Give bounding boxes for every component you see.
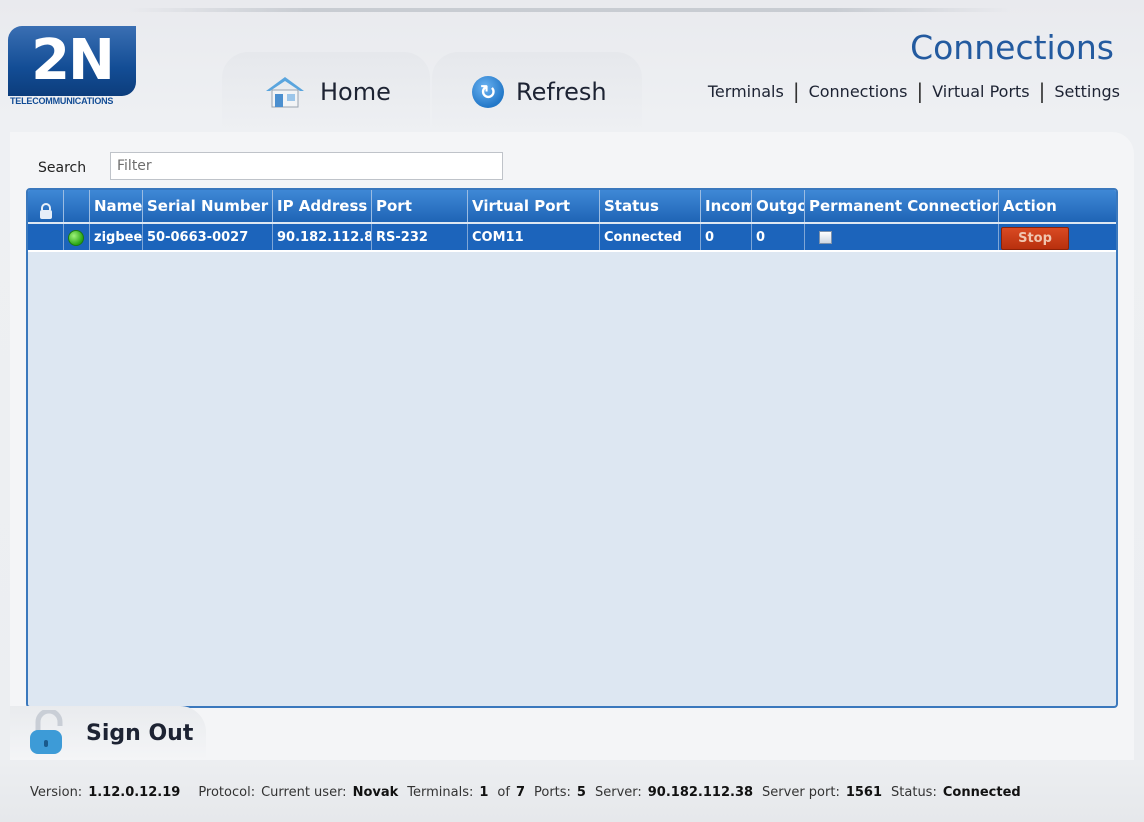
column-header-incoming[interactable]: Incom xyxy=(701,190,752,222)
version-value: 1.12.0.12.19 xyxy=(88,785,181,800)
protocol-label: Protocol: xyxy=(198,785,256,800)
lock-icon xyxy=(24,708,70,756)
search-input[interactable] xyxy=(110,152,503,180)
row-name: zigbee xyxy=(90,224,143,250)
sign-out-label: Sign Out xyxy=(86,720,194,746)
column-header-lock[interactable] xyxy=(28,190,64,222)
server-port-label: Server port: xyxy=(762,785,840,800)
terminals-total: 7 xyxy=(515,785,525,800)
version-label: Version: xyxy=(30,785,83,800)
row-permanent-cell xyxy=(805,224,999,250)
column-header-state[interactable] xyxy=(64,190,90,222)
grid-header: Name Serial Number IP Address Port Virtu… xyxy=(28,190,1116,222)
row-incoming: 0 xyxy=(701,224,752,250)
column-header-virtual-port[interactable]: Virtual Port xyxy=(468,190,600,222)
permanent-connection-checkbox[interactable] xyxy=(819,231,832,244)
server-value: 90.182.112.38 xyxy=(647,785,754,800)
nav-separator: | xyxy=(916,79,924,103)
connection-status-label: Status: xyxy=(891,785,937,800)
home-icon xyxy=(262,75,308,109)
table-row[interactable]: zigbee 50-0663-0027 90.182.112.80 RS-232… xyxy=(28,224,1116,252)
current-user-label: Current user: xyxy=(261,785,347,800)
nav-link-connections[interactable]: Connections xyxy=(809,82,908,101)
nav-separator: | xyxy=(792,79,800,103)
row-virtual-port: COM11 xyxy=(468,224,600,250)
column-header-action[interactable]: Action xyxy=(999,190,1116,222)
ports-value: 5 xyxy=(576,785,586,800)
column-header-serial-number[interactable]: Serial Number xyxy=(143,190,273,222)
column-header-name[interactable]: Name xyxy=(90,190,143,222)
green-dot-icon xyxy=(68,230,84,246)
stop-button[interactable]: Stop xyxy=(1001,227,1069,250)
status-bar: Version: 1.12.0.12.19 Protocol: Current … xyxy=(30,785,1021,800)
nav-link-settings[interactable]: Settings xyxy=(1054,82,1120,101)
refresh-icon: ↻ xyxy=(472,76,504,108)
column-header-outgoing[interactable]: Outgo xyxy=(752,190,805,222)
terminals-count: 1 xyxy=(479,785,489,800)
row-action-cell: Stop xyxy=(999,224,1116,250)
nav-separator: | xyxy=(1038,79,1046,103)
row-lock-cell xyxy=(28,224,64,250)
nav-link-terminals[interactable]: Terminals xyxy=(708,82,784,101)
row-status-cell xyxy=(64,224,90,250)
server-port-value: 1561 xyxy=(845,785,883,800)
current-user-value: Novak xyxy=(352,785,399,800)
logo-mark: 2N xyxy=(8,26,136,96)
logo: 2N TELECOMMUNICATIONS xyxy=(8,26,136,106)
connections-grid: Name Serial Number IP Address Port Virtu… xyxy=(26,188,1118,708)
ports-label: Ports: xyxy=(533,785,571,800)
search-label: Search xyxy=(38,160,87,176)
refresh-label: Refresh xyxy=(516,78,607,106)
app-window: 2N TELECOMMUNICATIONS Home ↻ Refresh Con… xyxy=(0,0,1144,822)
home-label: Home xyxy=(320,78,391,106)
connection-status-value: Connected xyxy=(942,785,1021,800)
top-nav-links: Terminals | Connections | Virtual Ports … xyxy=(708,79,1120,103)
column-header-port[interactable]: Port xyxy=(372,190,468,222)
row-serial-number: 50-0663-0027 xyxy=(143,224,273,250)
row-port: RS-232 xyxy=(372,224,468,250)
column-header-permanent-connection[interactable]: Permanent Connection xyxy=(805,190,999,222)
top-stripe xyxy=(130,8,1010,12)
column-header-ip-address[interactable]: IP Address xyxy=(273,190,372,222)
nav-link-virtual-ports[interactable]: Virtual Ports xyxy=(932,82,1029,101)
page-title: Connections xyxy=(910,28,1114,67)
terminals-of: of xyxy=(497,785,510,800)
home-tab[interactable]: Home xyxy=(222,52,430,132)
server-label: Server: xyxy=(594,785,642,800)
row-ip-address: 90.182.112.80 xyxy=(273,224,372,250)
row-outgoing: 0 xyxy=(752,224,805,250)
row-status: Connected xyxy=(600,224,701,250)
column-header-status[interactable]: Status xyxy=(600,190,701,222)
sign-out-button[interactable]: Sign Out xyxy=(10,706,206,760)
logo-subtitle: TELECOMMUNICATIONS xyxy=(10,96,114,106)
refresh-tab[interactable]: ↻ Refresh xyxy=(432,52,642,132)
terminals-label: Terminals: xyxy=(407,785,474,800)
lock-icon xyxy=(38,198,54,219)
